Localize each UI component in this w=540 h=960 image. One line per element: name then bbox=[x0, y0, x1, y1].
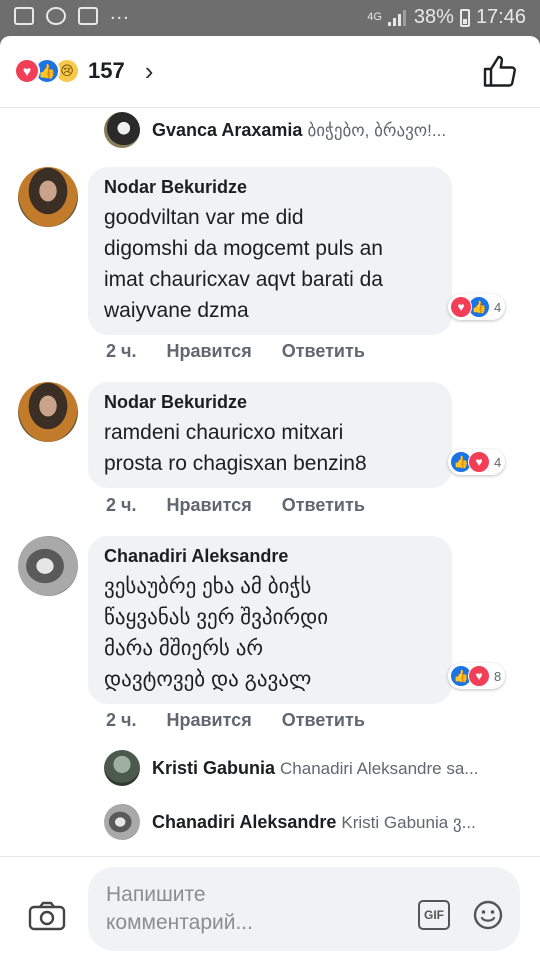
like-link[interactable]: Нравится bbox=[166, 341, 251, 362]
like-link[interactable]: Нравится bbox=[166, 710, 251, 731]
notification-icons: ... bbox=[14, 2, 130, 25]
timestamp: 2 ч. bbox=[106, 341, 137, 361]
reply-author[interactable]: Gvanca Araxamia bbox=[152, 120, 302, 141]
reply-preview[interactable]: Chanadiri Aleksandre Kristi Gabunia ვ... bbox=[152, 812, 476, 833]
reaction-count: 4 bbox=[494, 299, 502, 315]
comment-placeholder: Напишите комментарий... bbox=[106, 883, 253, 934]
avatar[interactable] bbox=[104, 804, 140, 840]
timestamp: 2 ч. bbox=[106, 710, 137, 730]
comment-text: goodviltan var me did digomshi da mogcem… bbox=[104, 206, 383, 322]
reactions-header: ♥ 👍 😢 157 › bbox=[0, 36, 540, 108]
like-link[interactable]: Нравится bbox=[166, 495, 251, 516]
reply-author[interactable]: Chanadiri Aleksandre bbox=[152, 812, 336, 833]
comment-reactions[interactable]: 👍 ♥ 8 bbox=[448, 663, 506, 689]
love-reaction-icon: ♥ bbox=[450, 296, 472, 318]
comment-actions: 2 ч. Нравится Ответить bbox=[106, 495, 395, 516]
comment-text: ramdeni chauricxo mitxari prosta ro chag… bbox=[104, 421, 367, 475]
network-type: 4G bbox=[367, 11, 382, 23]
emoji-icon[interactable] bbox=[472, 899, 504, 931]
battery-percent: 38% bbox=[413, 6, 454, 28]
reply-link[interactable]: Ответить bbox=[282, 495, 365, 516]
comment-author[interactable]: Nodar Bekuridze bbox=[104, 177, 436, 198]
comment-author[interactable]: Chanadiri Aleksandre bbox=[104, 546, 436, 567]
comments-sheet: ♥ 👍 😢 157 › Gvanca Araxamia ბიჭებო, ბრავ… bbox=[0, 36, 540, 960]
avatar[interactable] bbox=[18, 536, 78, 596]
comment-input[interactable]: Напишите комментарий... GIF bbox=[88, 867, 520, 951]
comment-reactions[interactable]: ♥ 👍 4 bbox=[448, 294, 506, 320]
facebook-icon bbox=[78, 7, 98, 25]
reply-snippet: Chanadiri Aleksandre sa... bbox=[280, 758, 479, 778]
comment-author[interactable]: Nodar Bekuridze bbox=[104, 392, 436, 413]
status-bar: ... 4G 38% 17:46 bbox=[0, 0, 540, 36]
reaction-count: 8 bbox=[494, 668, 502, 684]
gif-button[interactable]: GIF bbox=[418, 900, 450, 930]
gallery-icon bbox=[14, 7, 34, 25]
messenger-icon bbox=[46, 7, 66, 25]
comment-actions: 2 ч. Нравится Ответить bbox=[106, 710, 395, 731]
reaction-count: 157 bbox=[88, 58, 125, 83]
camera-icon[interactable] bbox=[28, 901, 66, 931]
reply-link[interactable]: Ответить bbox=[282, 341, 365, 362]
reply-link[interactable]: Ответить bbox=[282, 710, 365, 731]
comment-bubble[interactable]: Nodar Bekuridze goodviltan var me did di… bbox=[88, 167, 452, 335]
comment-bubble[interactable]: Chanadiri Aleksandre ვესაუბრე ეხა ამ ბიჭ… bbox=[88, 536, 452, 704]
system-indicators: 4G 38% 17:46 bbox=[367, 6, 526, 29]
timestamp: 2 ч. bbox=[106, 495, 137, 515]
avatar[interactable] bbox=[18, 382, 78, 442]
reply-preview[interactable]: Gvanca Araxamia ბიჭებო, ბრავო!... bbox=[152, 120, 446, 141]
comment-composer: Напишите комментарий... GIF bbox=[0, 856, 540, 960]
battery-icon bbox=[459, 8, 470, 27]
avatar[interactable] bbox=[104, 112, 140, 148]
avatar[interactable] bbox=[18, 167, 78, 227]
chevron-right-icon: › bbox=[144, 56, 154, 86]
love-reaction-icon: ♥ bbox=[468, 665, 490, 687]
comment-text: ვესაუბრე ეხა ამ ბიჭს წაყვანას ვერ შვპირდ… bbox=[104, 575, 329, 691]
like-button[interactable] bbox=[482, 54, 518, 90]
comment-reactions[interactable]: 👍 ♥ 4 bbox=[448, 449, 506, 475]
more-notifications: ... bbox=[110, 1, 130, 24]
reply-author[interactable]: Kristi Gabunia bbox=[152, 758, 275, 779]
love-reaction-icon: ♥ bbox=[468, 451, 490, 473]
reaction-count: 4 bbox=[494, 454, 502, 470]
signal-icon bbox=[387, 9, 408, 26]
reply-preview[interactable]: Kristi Gabunia Chanadiri Aleksandre sa..… bbox=[152, 758, 478, 779]
reply-snippet: Kristi Gabunia ვ... bbox=[341, 812, 476, 832]
love-reaction-icon: ♥ bbox=[14, 58, 40, 84]
clock: 17:46 bbox=[475, 6, 526, 28]
reactions-summary[interactable]: ♥ 👍 😢 157 › bbox=[14, 58, 153, 84]
reply-snippet: ბიჭებო, ბრავო!... bbox=[307, 120, 447, 140]
comment-bubble[interactable]: Nodar Bekuridze ramdeni chauricxo mitxar… bbox=[88, 382, 452, 488]
avatar[interactable] bbox=[104, 750, 140, 786]
comment-actions: 2 ч. Нравится Ответить bbox=[106, 341, 395, 362]
